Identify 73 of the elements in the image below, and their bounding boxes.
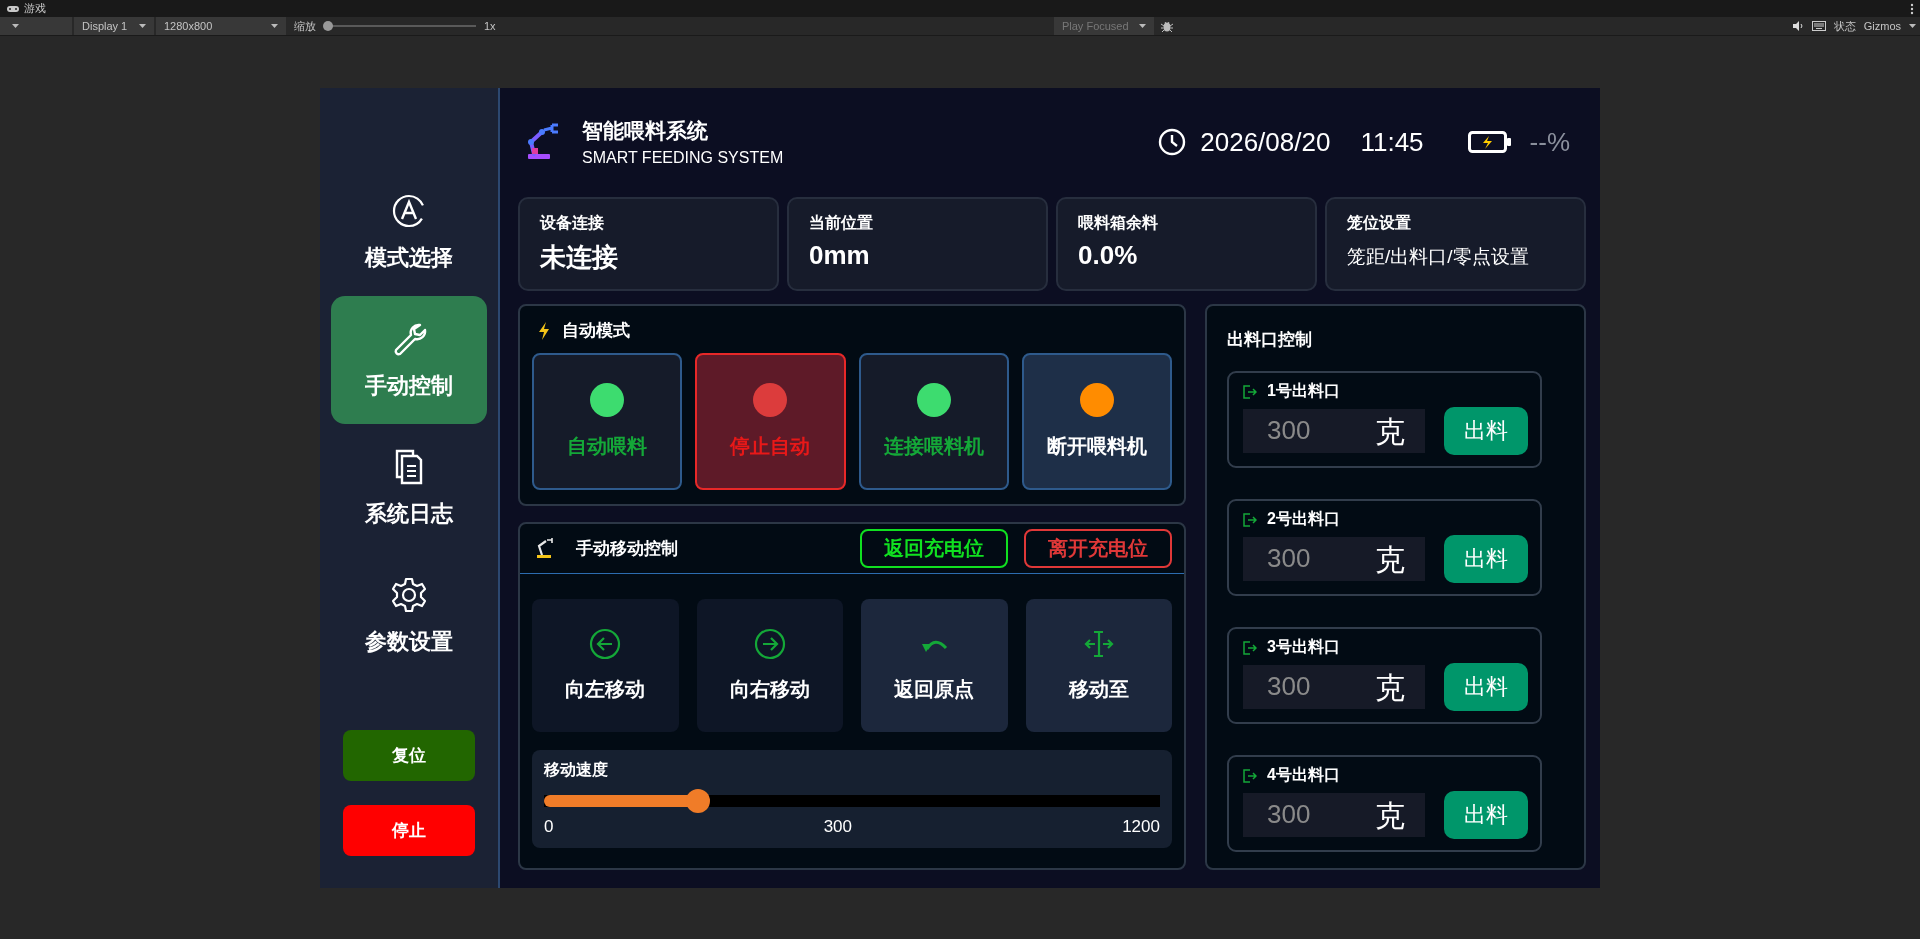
panel-title: 出料口控制 <box>1227 328 1313 351</box>
sidebar-item[interactable]: 模式选择 <box>331 167 487 296</box>
stats-button[interactable]: 状态 <box>1833 18 1856 34</box>
battery-icon <box>1467 130 1512 154</box>
unit-label: 克 <box>1375 797 1405 834</box>
move-button[interactable]: 移动至 <box>1025 598 1172 732</box>
lightning-icon <box>538 321 550 340</box>
tick-label: 0 <box>544 816 554 837</box>
mode-button[interactable]: 连接喂料机 <box>858 352 1009 490</box>
speed-label: 移动速度 <box>544 759 609 780</box>
status-label: 笼位设置 <box>1347 212 1412 233</box>
gamepad-icon <box>6 3 20 14</box>
stop-button[interactable]: 停止 <box>343 804 475 856</box>
caret-icon[interactable] <box>1909 24 1916 28</box>
dispense-button[interactable]: 出料 <box>1444 406 1528 455</box>
outlet-label: 4号出料口 <box>1267 765 1340 785</box>
status-value: 0.0% <box>1078 239 1139 271</box>
more-icon[interactable] <box>1910 2 1914 15</box>
sidebar-item[interactable]: 系统日志 <box>331 423 487 552</box>
speaker-icon[interactable] <box>1791 21 1804 31</box>
panel-title: 自动模式 <box>562 320 630 342</box>
keyboard-icon[interactable] <box>1811 21 1826 31</box>
mode-button[interactable]: 断开喂料机 <box>1021 352 1172 490</box>
unit-label: 克 <box>1375 669 1405 706</box>
time-text: 11:45 <box>1360 126 1424 158</box>
mode-button[interactable]: 自动喂料 <box>532 352 683 490</box>
dispense-button[interactable]: 出料 <box>1444 662 1528 711</box>
unit-label: 克 <box>1375 413 1405 450</box>
caret-icon <box>139 24 146 28</box>
sidebar-item[interactable]: 手动控制 <box>331 295 487 424</box>
outlet-label: 3号出料口 <box>1267 637 1340 657</box>
exit-icon <box>1243 512 1257 527</box>
window-title: 游戏 <box>24 1 47 16</box>
status-label: 喂料箱余料 <box>1078 212 1159 233</box>
caret-icon <box>12 24 19 28</box>
outlet-label: 1号出料口 <box>1267 381 1340 401</box>
app-subtitle: SMART FEEDING SYSTEM <box>582 149 784 167</box>
status-value: 笼距/出料口/零点设置 <box>1347 244 1530 269</box>
move-button[interactable]: 返回原点 <box>861 598 1008 732</box>
outlet-label: 2号出料口 <box>1267 509 1340 529</box>
exit-icon <box>1243 640 1257 655</box>
bug-icon[interactable] <box>1159 19 1174 33</box>
zoom-label: 缩放 <box>294 18 316 34</box>
date-text: 2026/08/20 <box>1200 126 1331 158</box>
gizmos-button[interactable]: Gizmos <box>1863 20 1901 32</box>
move-button[interactable]: 向左移动 <box>532 598 679 732</box>
app-title: 智能喂料系统 <box>582 118 709 144</box>
tick-label: 300 <box>823 816 852 837</box>
sidebar-item[interactable]: 参数设置 <box>331 551 487 680</box>
robot-arm-icon <box>534 537 556 559</box>
display-dropdown[interactable]: Display 1 <box>74 17 154 35</box>
return-charger-button[interactable]: 返回充电位 <box>860 528 1008 568</box>
exit-icon <box>1243 768 1257 783</box>
status-value: 未连接 <box>540 240 619 274</box>
zoom-value: 1x <box>484 20 496 32</box>
status-value: 0mm <box>809 239 871 271</box>
leave-charger-button[interactable]: 离开充电位 <box>1024 528 1172 568</box>
status-label: 当前位置 <box>809 212 874 233</box>
move-button[interactable]: 向右移动 <box>696 598 843 732</box>
caret-icon <box>1138 24 1146 28</box>
clock-icon <box>1158 128 1187 156</box>
caret-icon <box>271 24 278 28</box>
tick-label: 1200 <box>1122 816 1160 837</box>
reset-button[interactable]: 复位 <box>343 729 475 781</box>
unit-label: 克 <box>1375 541 1405 578</box>
dispense-button[interactable]: 出料 <box>1444 534 1528 583</box>
resolution-dropdown[interactable]: 1280x800 <box>156 17 286 35</box>
status-card[interactable]: 笼位设置 笼距/出料口/零点设置 <box>1325 196 1586 291</box>
status-label: 设备连接 <box>540 212 605 233</box>
exit-icon <box>1243 384 1257 399</box>
panel-title: 手动移动控制 <box>576 537 679 560</box>
battery-level: --% <box>1529 126 1570 158</box>
dispense-button[interactable]: 出料 <box>1444 790 1528 839</box>
